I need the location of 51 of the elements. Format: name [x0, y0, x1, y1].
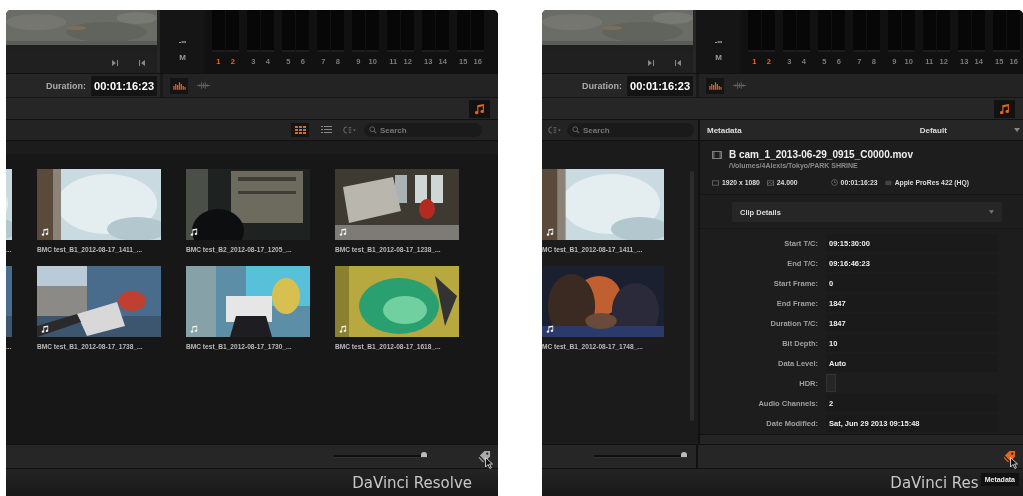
music-note-icon — [190, 325, 198, 333]
duration-value: 00:01:16:23 — [91, 75, 157, 96]
wave-icon — [766, 179, 774, 186]
skip-to-end-icon[interactable] — [111, 59, 119, 67]
meters-view-button[interactable] — [706, 77, 724, 94]
skip-to-start-icon[interactable] — [138, 59, 146, 67]
audio-panel-button[interactable] — [994, 99, 1015, 118]
clock-icon — [830, 179, 838, 186]
music-note-icon — [339, 228, 347, 236]
music-note-icon — [41, 325, 49, 333]
film-icon — [884, 179, 892, 186]
music-note-icon — [546, 228, 554, 236]
grid-view-button[interactable] — [291, 123, 309, 137]
sort-icon[interactable] — [548, 126, 561, 134]
search-icon — [572, 126, 580, 134]
duration-value: 00:01:16:23 — [627, 75, 693, 96]
clip-icon — [712, 151, 722, 159]
brand-name: DaVinci Resolve — [352, 473, 472, 492]
search-field[interactable]: Search — [567, 123, 694, 137]
skip-to-start-icon[interactable] — [674, 59, 682, 67]
meters-view-button[interactable] — [170, 77, 188, 94]
waveform-icon — [196, 81, 210, 90]
file-name: B cam_1_2013-06-29_0915_C0000.mov — [729, 149, 914, 160]
caret-icon — [989, 210, 994, 214]
search-icon — [369, 126, 377, 134]
brand-name: DaVinci Res — [890, 473, 979, 492]
waveform-icon — [732, 81, 746, 90]
music-note-icon — [546, 325, 554, 333]
duration-label: Duration: — [582, 80, 623, 91]
sort-icon[interactable] — [343, 126, 356, 134]
search-field[interactable]: Search — [364, 123, 482, 137]
duration-label: Duration: — [46, 80, 87, 91]
grid-icon — [294, 126, 306, 134]
audio-panel-button[interactable] — [469, 99, 490, 118]
screen-icon — [712, 179, 719, 186]
slider-thumb[interactable] — [421, 452, 428, 457]
mute-button[interactable]: M — [715, 53, 722, 62]
slider-thumb[interactable] — [681, 452, 688, 457]
list-icon — [320, 126, 332, 134]
music-note-icon — [999, 102, 1010, 115]
music-note-icon — [339, 325, 347, 333]
preset-dropdown[interactable]: Default — [919, 125, 947, 135]
music-note-icon — [41, 228, 49, 236]
panel-title: Metadata — [707, 125, 742, 135]
mute-button[interactable]: M — [179, 53, 186, 62]
skip-to-end-icon[interactable] — [647, 59, 655, 67]
bar-graph-icon — [708, 81, 722, 90]
caret-icon[interactable] — [1014, 128, 1020, 132]
music-note-icon — [190, 228, 198, 236]
bar-graph-icon — [172, 81, 186, 90]
music-note-icon — [474, 102, 485, 115]
